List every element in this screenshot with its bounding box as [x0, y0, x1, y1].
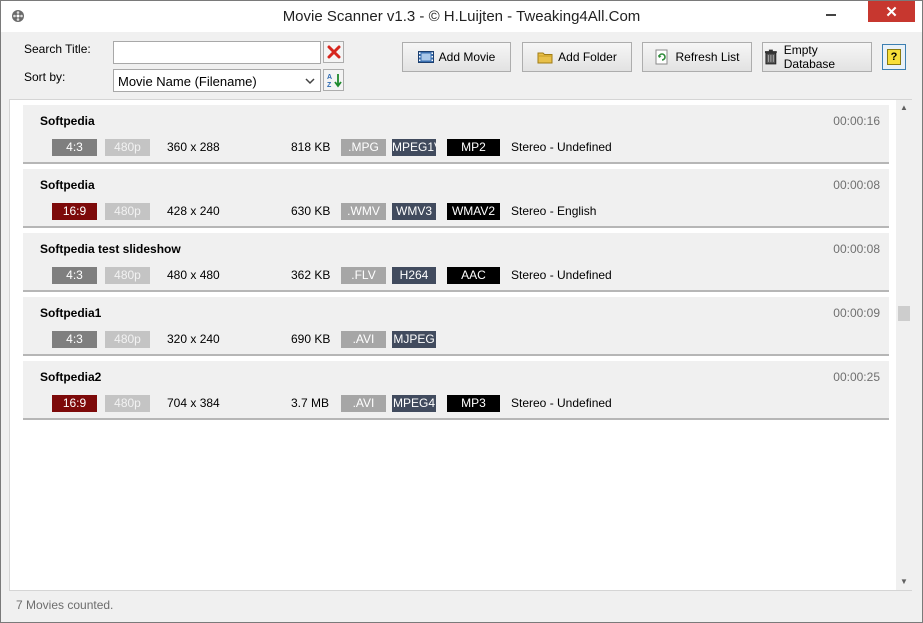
- file-extension-badge: .AVI: [341, 331, 386, 348]
- movie-duration: 00:00:08: [833, 242, 880, 256]
- empty-database-label: Empty Database: [783, 43, 836, 71]
- movie-file-size: 3.7 MB: [291, 396, 330, 410]
- video-codec-badge: MPEG4: [392, 395, 436, 412]
- aspect-ratio-badge: 4:3: [52, 331, 97, 348]
- movie-duration: 00:00:08: [833, 178, 880, 192]
- movie-duration: 00:00:09: [833, 306, 880, 320]
- red-x-icon: [327, 45, 340, 59]
- movie-row[interactable]: Softpedia test slideshow 00:00:08 4:3 480p 4…: [23, 233, 889, 292]
- movie-row[interactable]: Softpedia1 00:00:09 4:3 480p 320 x 240 690 KB…: [23, 297, 889, 356]
- clear-search-button[interactable]: [323, 41, 344, 63]
- file-extension-badge: .MPG: [341, 139, 386, 156]
- movie-duration: 00:00:16: [833, 114, 880, 128]
- title-bar[interactable]: Movie Scanner v1.3 - © H.Luijten - Tweak…: [1, 1, 922, 32]
- resolution-badge: 480p: [105, 395, 150, 412]
- resolution-badge: 480p: [105, 267, 150, 284]
- movie-title: Softpedia2: [40, 370, 102, 384]
- movie-row[interactable]: Softpedia2 00:00:25 16:9 480p 704 x 384 3.7 M…: [23, 361, 889, 420]
- status-text: 7 Movies counted.: [16, 598, 114, 612]
- movie-dimensions: 428 x 240: [167, 204, 220, 218]
- search-title-input[interactable]: [113, 41, 321, 64]
- refresh-list-label: Refresh List: [675, 50, 740, 64]
- scrollbar-thumb[interactable]: [898, 306, 910, 321]
- chevron-down-icon: [305, 78, 315, 85]
- empty-database-button[interactable]: Empty Database: [762, 42, 872, 72]
- aspect-ratio-badge: 4:3: [52, 139, 97, 156]
- folder-icon: [537, 52, 553, 64]
- movie-row[interactable]: Softpedia 00:00:16 4:3 480p 360 x 288 818 KB.…: [23, 105, 889, 164]
- add-folder-label: Add Folder: [558, 50, 617, 64]
- movie-title: Softpedia: [40, 114, 95, 128]
- movie-list[interactable]: Softpedia 00:00:16 4:3 480p 360 x 288 818 KB.…: [9, 99, 912, 591]
- movie-row[interactable]: Softpedia 00:00:08 16:9 480p 428 x 240 630 KB…: [23, 169, 889, 228]
- minimize-icon: [826, 14, 836, 16]
- status-bar: 7 Movies counted.: [1, 593, 922, 622]
- app-window: Movie Scanner v1.3 - © H.Luijten - Tweak…: [0, 0, 923, 623]
- video-codec-badge: MJPEG: [392, 331, 436, 348]
- refresh-list-button[interactable]: Refresh List: [642, 42, 752, 72]
- movie-dimensions: 320 x 240: [167, 332, 220, 346]
- add-movie-button[interactable]: Add Movie: [402, 42, 511, 72]
- svg-text:A: A: [327, 74, 332, 81]
- aspect-ratio-badge: 16:9: [52, 395, 97, 412]
- trash-icon: [764, 49, 777, 65]
- movie-file-size: 690 KB: [291, 332, 331, 346]
- audio-info: Stereo - Undefined: [511, 268, 612, 282]
- audio-info: Stereo - English: [511, 204, 597, 218]
- add-folder-button[interactable]: Add Folder: [522, 42, 632, 72]
- file-extension-badge: .WMV: [341, 203, 386, 220]
- close-button[interactable]: ✕: [868, 1, 915, 22]
- file-extension-badge: .FLV: [341, 267, 386, 284]
- movie-dimensions: 480 x 480: [167, 268, 220, 282]
- audio-info: Stereo - Undefined: [511, 396, 612, 410]
- search-title-label: Search Title:: [24, 42, 91, 56]
- vertical-scrollbar[interactable]: ▲ ▼: [896, 100, 912, 590]
- sort-by-select[interactable]: Movie Name (Filename): [113, 69, 321, 92]
- sort-az-icon: A Z: [327, 74, 342, 88]
- toolbar: Search Title: Sort by: Movie Name (Filen…: [1, 32, 922, 98]
- audio-codec-badge: MP2: [447, 139, 500, 156]
- add-movie-label: Add Movie: [438, 50, 496, 64]
- resolution-badge: 480p: [105, 203, 150, 220]
- movie-file-size: 630 KB: [291, 204, 331, 218]
- sort-direction-button[interactable]: A Z: [323, 69, 344, 91]
- scroll-down-icon[interactable]: ▼: [896, 574, 912, 590]
- movie-file-size: 362 KB: [291, 268, 331, 282]
- movie-title: Softpedia1: [40, 306, 102, 320]
- movie-duration: 00:00:25: [833, 370, 880, 384]
- movie-file-size: 818 KB: [291, 140, 331, 154]
- audio-info: Stereo - Undefined: [511, 140, 612, 154]
- resolution-badge: 480p: [105, 331, 150, 348]
- sort-by-label: Sort by:: [24, 70, 66, 84]
- audio-codec-badge: AAC: [447, 267, 500, 284]
- sort-by-value: Movie Name (Filename): [118, 74, 257, 89]
- aspect-ratio-badge: 4:3: [52, 267, 97, 284]
- refresh-icon: [655, 49, 668, 65]
- close-icon: ✕: [885, 3, 898, 21]
- aspect-ratio-badge: 16:9: [52, 203, 97, 220]
- film-strip-icon: [417, 51, 434, 63]
- movie-title: Softpedia: [40, 178, 95, 192]
- svg-text:Z: Z: [327, 82, 332, 88]
- movie-dimensions: 704 x 384: [167, 396, 220, 410]
- audio-codec-badge: MP3: [447, 395, 500, 412]
- file-extension-badge: .AVI: [341, 395, 386, 412]
- window-title: Movie Scanner v1.3 - © H.Luijten - Tweak…: [282, 8, 641, 25]
- audio-codec-badge: WMAV2: [447, 203, 500, 220]
- movie-title: Softpedia test slideshow: [40, 242, 181, 256]
- scroll-up-icon[interactable]: ▲: [896, 100, 912, 116]
- video-codec-badge: WMV3: [392, 203, 436, 220]
- help-button[interactable]: ?: [882, 44, 906, 70]
- help-icon: ?: [887, 49, 901, 65]
- video-codec-badge: MPEG1VIDEO: [392, 139, 436, 156]
- movie-dimensions: 360 x 288: [167, 140, 220, 154]
- video-codec-badge: H264: [392, 267, 436, 284]
- resolution-badge: 480p: [105, 139, 150, 156]
- minimize-button[interactable]: [816, 1, 846, 23]
